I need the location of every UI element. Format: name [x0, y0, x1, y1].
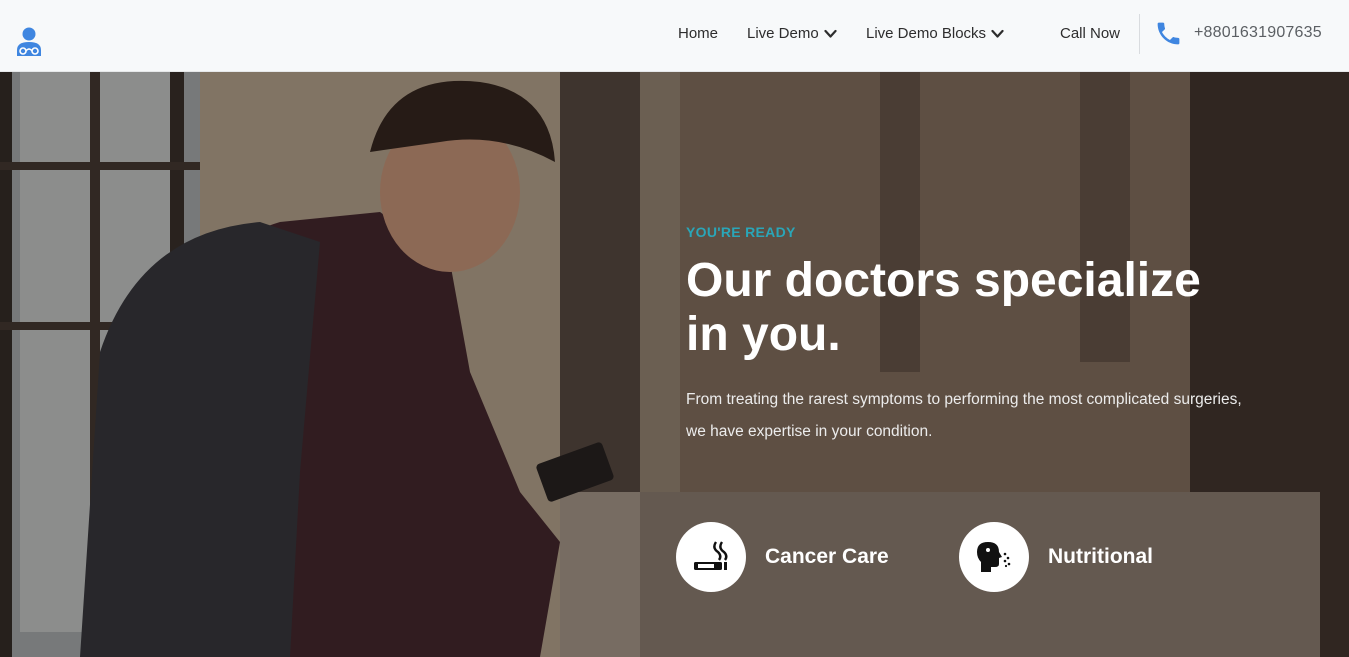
phone-icon[interactable]: [1154, 19, 1183, 48]
feature-nutritional[interactable]: Nutritional: [959, 522, 1153, 592]
feature-icon-circle: [959, 522, 1029, 592]
feature-cancer-care[interactable]: Cancer Care: [676, 522, 889, 592]
phone-number[interactable]: +8801631907635: [1194, 24, 1322, 42]
hero-section: YOU'RE READY Our doctors specialize in y…: [0, 72, 1349, 657]
chevron-down-icon: [991, 29, 1004, 38]
no-smoking-cigarette-icon: [694, 541, 728, 570]
feature-label-cancer-care: Cancer Care: [765, 545, 889, 568]
hero-title-line2: in you.: [686, 308, 841, 361]
hero-description: From treating the rarest symptoms to per…: [686, 391, 1242, 440]
hero-eyebrow: YOU'RE READY: [686, 224, 796, 240]
nav-divider: [1139, 14, 1140, 54]
nav-live-demo[interactable]: Live Demo: [747, 25, 837, 42]
nav-live-demo-blocks[interactable]: Live Demo Blocks: [866, 25, 1004, 42]
nav-call-now[interactable]: Call Now: [1060, 25, 1120, 42]
hero-title-line1: Our doctors specialize: [686, 254, 1201, 307]
nav-live-demo-blocks-label: Live Demo Blocks: [866, 25, 987, 42]
nav-live-demo-label: Live Demo: [747, 25, 819, 42]
nav-home[interactable]: Home: [678, 25, 718, 42]
hero-title: Our doctors specialize in you.: [686, 254, 1286, 362]
hero-content: YOU'RE READY Our doctors specialize in y…: [686, 224, 1286, 448]
head-breathing-icon: [977, 542, 1011, 572]
site-header: Home Live Demo Live Demo Blocks Call Now…: [0, 0, 1349, 72]
feature-icon-circle: [676, 522, 746, 592]
nav-home-label: Home: [678, 25, 719, 42]
feature-label-nutritional: Nutritional: [1048, 545, 1153, 568]
chevron-down-icon: [824, 29, 837, 38]
nav-call-now-label: Call Now: [1060, 25, 1121, 42]
doctor-logo-icon[interactable]: [14, 26, 44, 58]
